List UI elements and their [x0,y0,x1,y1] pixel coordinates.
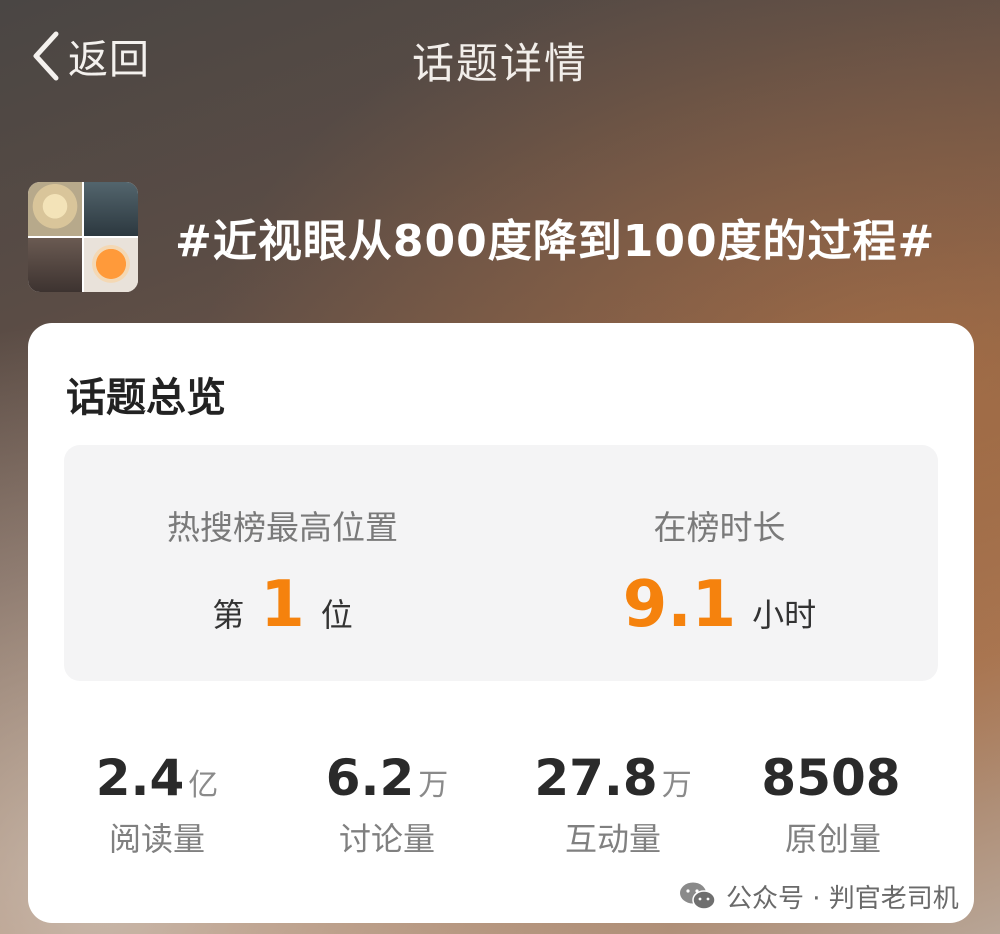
metric-unit: 亿 [188,768,219,803]
duration-unit: 小时 [752,596,817,634]
metrics-row: 2.4 亿 阅读量 6.2 万 讨论量 27.8 万 互动量 8508 原创量 [28,751,974,871]
metric-unit: 万 [661,768,692,803]
metric-value: 27.8 [534,749,658,807]
metric-label: 原创量 [784,820,881,858]
rank-prefix: 第 [212,596,245,634]
duration-label: 在榜时长 [653,508,786,547]
rank-value: 1 [260,568,305,642]
metric-value: 6.2 [325,749,415,807]
highest-rank-stat: 热搜榜最高位置 第 1 位 [64,445,501,681]
topic-thumbnail[interactable] [28,182,138,292]
metric-reads: 2.4 亿 阅读量 [42,751,272,860]
thumbnail-image [84,238,138,292]
metric-label: 讨论量 [338,820,435,858]
metric-interactions: 27.8 万 互动量 [498,751,728,860]
metric-unit: 万 [418,768,449,803]
metric-discussions: 6.2 万 讨论量 [272,751,502,860]
thumbnail-image [84,182,138,236]
rank-suffix: 位 [320,596,353,634]
page-title: 话题详情 [411,39,588,88]
top-nav-bar: 返回 话题详情 [0,0,1000,115]
duration-value: 9.1 [622,568,737,642]
watermark-text: 公众号 · 判官老司机 [726,883,959,914]
metric-value: 8508 [761,749,901,807]
wechat-icon [680,882,716,910]
highest-rank-label: 热搜榜最高位置 [167,508,398,547]
duration-stat: 在榜时长 9.1 小时 [501,445,938,681]
watermark: 公众号 · 判官老司机 [678,878,959,914]
thumbnail-image [28,238,82,292]
topic-title: #近视眼从800度降到100度的过程# [175,216,936,267]
thumbnail-image [28,182,82,236]
metric-label: 阅读量 [108,820,205,858]
metric-label: 互动量 [564,820,661,858]
metric-originals: 8508 原创量 [718,751,948,860]
overview-title: 话题总览 [66,375,226,421]
ranking-stats-box: 热搜榜最高位置 第 1 位 在榜时长 9.1 小时 [64,445,938,681]
metric-value: 2.4 [95,749,185,807]
overview-card: 话题总览 热搜榜最高位置 第 1 位 在榜时长 9.1 小时 2.4 亿 阅读量 [28,323,974,923]
